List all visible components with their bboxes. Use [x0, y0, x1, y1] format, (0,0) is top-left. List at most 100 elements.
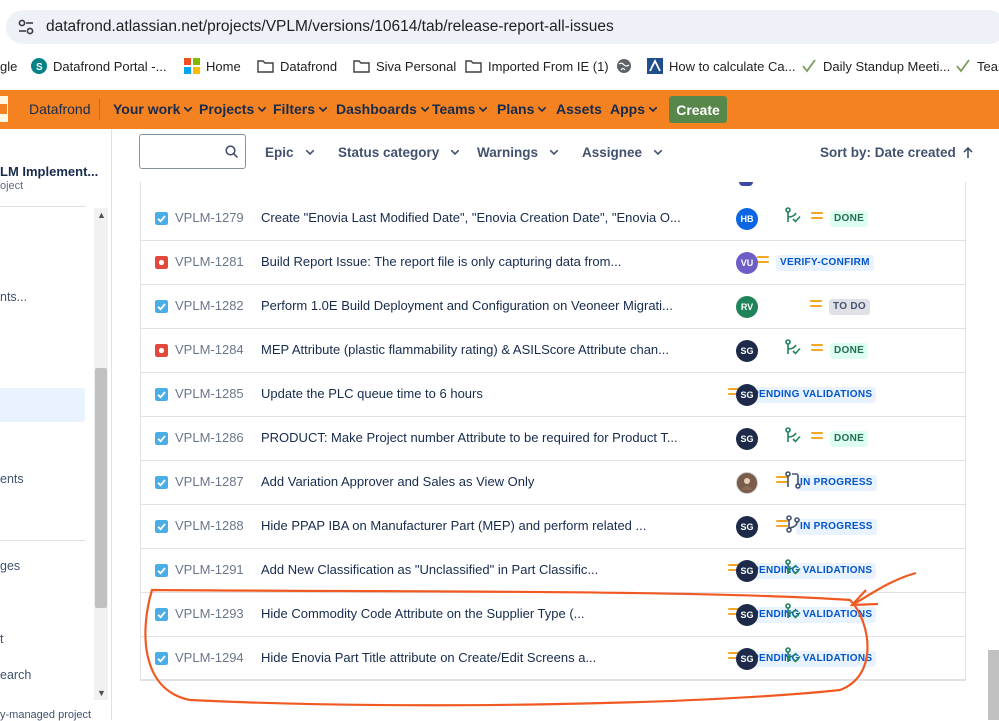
microsoft-icon — [184, 58, 200, 74]
nav-your-work[interactable]: Your work — [113, 101, 193, 117]
development-status[interactable] — [785, 471, 801, 494]
issue-summary[interactable]: Hide Enovia Part Title attribute on Crea… — [261, 650, 596, 665]
bookmark-datafrond-portal[interactable]: S Datafrond Portal -... — [31, 56, 166, 76]
issue-summary[interactable]: Add New Classification as "Unclassified"… — [261, 562, 598, 577]
issue-key[interactable]: VPLM-1281 — [175, 254, 244, 269]
issue-row[interactable]: VPLM-1291 Add New Classification as "Uncl… — [140, 549, 966, 593]
assignee-filter[interactable]: Assignee — [582, 145, 663, 160]
issue-row[interactable]: VPLM-1281 Build Report Issue: The report … — [140, 241, 966, 285]
development-status[interactable] — [785, 207, 801, 230]
issue-key[interactable]: VPLM-1282 — [175, 298, 244, 313]
bookmark-globe[interactable] — [616, 56, 638, 76]
issue-key[interactable]: VPLM-1287 — [175, 474, 244, 489]
assignee-avatar[interactable]: SG — [736, 428, 758, 450]
assignee-avatar[interactable]: SG — [736, 604, 758, 626]
assignee-avatar[interactable]: SG — [736, 560, 758, 582]
task-type-icon — [155, 652, 168, 665]
development-status[interactable] — [785, 647, 801, 670]
issue-key[interactable]: VPLM-1291 — [175, 562, 244, 577]
nav-label: Assets — [556, 101, 602, 117]
sidebar-item-shortcut[interactable]: t — [0, 632, 3, 646]
assignee-avatar[interactable]: SG — [736, 648, 758, 670]
scroll-down-icon[interactable]: ▼ — [97, 688, 106, 698]
app-logo[interactable] — [0, 96, 8, 122]
development-status[interactable] — [785, 427, 801, 450]
issue-summary[interactable]: MEP Attribute (plastic flammability rati… — [261, 342, 669, 357]
issue-key[interactable]: VPLM-1284 — [175, 342, 244, 357]
issue-key[interactable]: VPLM-1279 — [175, 210, 244, 225]
bookmark-folder-datafrond[interactable]: Datafrond — [257, 56, 337, 76]
nav-dashboards[interactable]: Dashboards — [336, 101, 429, 117]
issue-summary[interactable]: Create "Enovia Last Modified Date", "Eno… — [261, 210, 681, 225]
bookmark-folder-siva[interactable]: Siva Personal — [353, 56, 456, 76]
development-status[interactable] — [785, 339, 801, 362]
nav-label: Dashboards — [336, 101, 417, 117]
issue-row[interactable]: VPLM-1284 MEP Attribute (plastic flammabi… — [140, 329, 966, 373]
filter-label: Assignee — [582, 145, 643, 160]
filter-label: Status category — [338, 145, 440, 160]
status-category-filter[interactable]: Status category — [338, 145, 460, 160]
bookmark-google[interactable]: gle — [0, 56, 17, 76]
bookmark-team[interactable]: Tean — [955, 56, 999, 76]
sidebar-scrollbar-thumb[interactable] — [95, 368, 107, 608]
assignee-avatar[interactable]: HB — [736, 208, 758, 230]
nav-assets[interactable]: Assets — [556, 101, 602, 117]
site-settings-icon[interactable] — [16, 17, 36, 37]
issue-row[interactable]: VPLM-1285 Update the PLC queue time to 6 … — [140, 373, 966, 417]
development-status[interactable] — [785, 559, 801, 582]
epic-filter[interactable]: Epic — [265, 145, 314, 160]
bookmark-label: Daily Standup Meeti... — [823, 58, 951, 74]
bookmark-home[interactable]: Home — [184, 56, 241, 76]
sidebar-item-deployments[interactable]: ents — [0, 472, 24, 486]
issue-key[interactable]: VPLM-1286 — [175, 430, 244, 445]
assignee-avatar[interactable]: SG — [736, 384, 758, 406]
bookmark-daily-standup[interactable]: Daily Standup Meeti... — [801, 56, 950, 76]
sidebar-item-research[interactable]: earch — [0, 668, 31, 682]
issue-key[interactable]: VPLM-1285 — [175, 386, 244, 401]
development-status[interactable] — [785, 603, 801, 626]
issue-row[interactable]: VPLM-1287 Add Variation Approver and Sale… — [140, 461, 966, 505]
assignee-avatar[interactable]: SG — [736, 516, 758, 538]
assignee-avatar[interactable]: VU — [736, 252, 758, 274]
issue-summary[interactable]: Add Variation Approver and Sales as View… — [261, 474, 534, 489]
issue-key[interactable]: VPLM-1288 — [175, 518, 244, 533]
url-text[interactable]: datafrond.atlassian.net/projects/VPLM/ve… — [46, 18, 614, 36]
assignee-avatar[interactable]: RV — [736, 296, 758, 318]
nav-teams[interactable]: Teams — [432, 101, 488, 117]
issue-summary[interactable]: PRODUCT: Make Project number Attribute t… — [261, 430, 678, 445]
issue-summary[interactable]: Hide PPAP IBA on Manufacturer Part (MEP)… — [261, 518, 646, 533]
nav-plans[interactable]: Plans — [497, 101, 547, 117]
scroll-up-icon[interactable]: ▲ — [97, 210, 106, 220]
issue-summary[interactable]: Update the PLC queue time to 6 hours — [261, 386, 483, 401]
issue-row[interactable]: VPLM-1286 PRODUCT: Make Project number At… — [140, 417, 966, 461]
issue-summary[interactable]: Build Report Issue: The report file is o… — [261, 254, 621, 269]
assignee-avatar[interactable]: SG — [736, 340, 758, 362]
issue-summary[interactable]: Hide Commodity Code Attribute on the Sup… — [261, 606, 584, 621]
create-button[interactable]: Create — [669, 96, 727, 123]
sort-by-control[interactable]: Sort by: Date created — [820, 145, 973, 160]
sidebar-item-pages[interactable]: ges — [0, 559, 20, 573]
project-type: oject — [0, 180, 24, 192]
issue-row[interactable]: VPLM-1288 Hide PPAP IBA on Manufacturer P… — [140, 505, 966, 549]
sidebar-item-components[interactable]: nts... — [0, 290, 27, 304]
project-name[interactable]: LM Implement... — [0, 164, 98, 179]
issue-row[interactable]: VPLM-1294 Hide Enovia Part Title attribut… — [140, 637, 966, 681]
issue-key[interactable]: VPLM-1293 — [175, 606, 244, 621]
nav-site-name[interactable]: Datafrond — [29, 101, 90, 117]
issue-row[interactable]: VPLM-1279 Create "Enovia Last Modified Da… — [140, 197, 966, 241]
issue-row[interactable]: VPLM-1293 Hide Commodity Code Attribute o… — [140, 593, 966, 637]
nav-filters[interactable]: Filters — [273, 101, 328, 117]
nav-projects[interactable]: Projects — [199, 101, 267, 117]
nav-apps[interactable]: Apps — [610, 101, 657, 117]
issue-key[interactable]: VPLM-1294 — [175, 650, 244, 665]
issue-row[interactable]: VPLM-1282 Perform 1.0E Build Deployment a… — [140, 285, 966, 329]
warnings-filter[interactable]: Warnings — [477, 145, 559, 160]
page-scrollbar-thumb[interactable] — [988, 650, 999, 720]
issue-summary[interactable]: Perform 1.0E Build Deployment and Config… — [261, 298, 673, 313]
assignee-avatar-photo[interactable] — [736, 472, 758, 494]
bookmark-folder-imported[interactable]: Imported From IE (1) — [465, 56, 609, 76]
status-lozenge: PENDING VALIDATIONS — [748, 387, 877, 403]
bookmark-how-to-calculate[interactable]: How to calculate Ca... — [647, 56, 795, 76]
development-status[interactable] — [785, 515, 801, 538]
sidebar-item-releases-selected[interactable] — [0, 388, 85, 422]
